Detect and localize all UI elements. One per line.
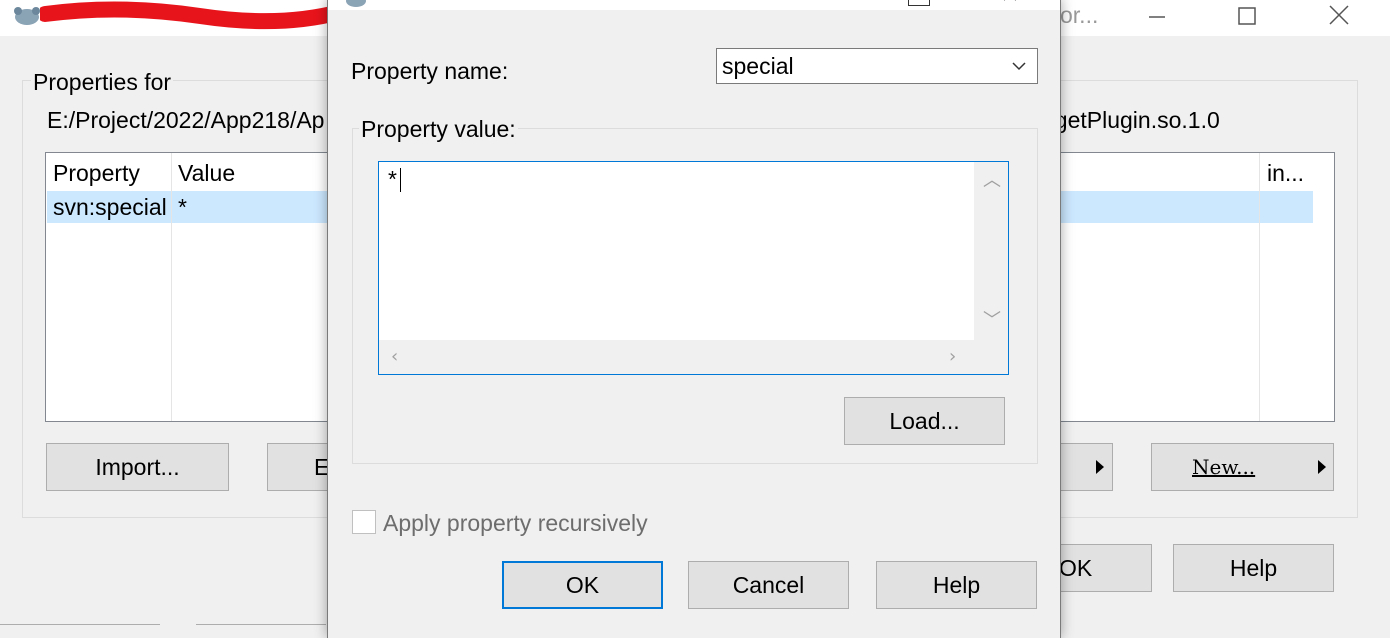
property-name-combobox[interactable]: special: [716, 48, 1038, 84]
maximize-button[interactable]: [1224, 0, 1270, 30]
ok-button[interactable]: OK: [502, 561, 663, 609]
path-label-left: E:/Project/2022/App218/Ap: [47, 107, 325, 133]
path-label-right: dgetPlugin.so.1.0: [1042, 107, 1220, 133]
horizontal-scrollbar[interactable]: ‹ ›: [379, 340, 975, 374]
cancel-button[interactable]: Cancel: [688, 561, 849, 609]
apply-recursive-label: Apply property recursively: [383, 510, 648, 536]
scroll-left-icon[interactable]: ‹: [391, 348, 398, 366]
scroll-up-icon[interactable]: ︿: [983, 172, 1001, 190]
row-value-cell: *: [178, 194, 187, 220]
new-button-label: New...: [1192, 455, 1256, 479]
split-button[interactable]: [1059, 443, 1113, 491]
chevron-down-icon: [1012, 62, 1026, 71]
tortoisesvn-icon: [344, 0, 368, 15]
text-caret: [400, 168, 401, 192]
close-button[interactable]: [1316, 0, 1362, 30]
column-header-value[interactable]: Value: [178, 160, 235, 187]
parent-bottom-edge: [0, 624, 160, 630]
column-divider: [1259, 153, 1260, 421]
close-icon[interactable]: [1000, 0, 1022, 6]
parent-bottom-edge: [196, 624, 326, 630]
minimize-button[interactable]: [1134, 0, 1180, 30]
dialog-titlebar: [328, 0, 1060, 10]
property-edit-dialog: Property name: special Property value: *…: [327, 0, 1061, 638]
new-button[interactable]: New...: [1151, 443, 1334, 491]
import-button[interactable]: Import...: [46, 443, 229, 491]
property-name-label: Property name:: [351, 58, 509, 84]
parent-help-button[interactable]: Help: [1173, 544, 1334, 592]
scroll-right-icon[interactable]: ›: [949, 348, 956, 366]
triangle-right-icon: [1096, 460, 1104, 474]
column-header-property[interactable]: Property: [53, 160, 140, 187]
property-value-label: Property value:: [359, 116, 518, 143]
parent-ok-button[interactable]: OK: [1050, 544, 1152, 592]
parent-window-title: or...: [1060, 2, 1099, 28]
property-value-text: *: [388, 166, 397, 192]
help-button[interactable]: Help: [876, 561, 1037, 609]
scrollbar-corner: [974, 340, 1008, 374]
property-value-textarea[interactable]: * ︿ ﹀ ‹ ›: [378, 161, 1009, 375]
close-icon: [1329, 5, 1349, 25]
maximize-icon[interactable]: [908, 0, 930, 6]
row-property-cell: svn:special: [53, 194, 167, 220]
column-divider: [171, 153, 172, 421]
apply-recursive-checkbox[interactable]: [352, 510, 376, 534]
properties-for-label: Properties for: [31, 69, 174, 96]
scroll-down-icon[interactable]: ﹀: [983, 312, 1001, 330]
maximize-icon: [1238, 7, 1256, 25]
minimize-icon: [1149, 16, 1165, 18]
column-header-inherited[interactable]: in...: [1267, 160, 1304, 187]
property-name-value: special: [722, 52, 794, 79]
tortoisesvn-icon: [12, 2, 42, 28]
load-button[interactable]: Load...: [844, 397, 1005, 445]
vertical-scrollbar[interactable]: ︿ ﹀: [974, 162, 1008, 340]
triangle-right-icon: [1318, 460, 1326, 474]
